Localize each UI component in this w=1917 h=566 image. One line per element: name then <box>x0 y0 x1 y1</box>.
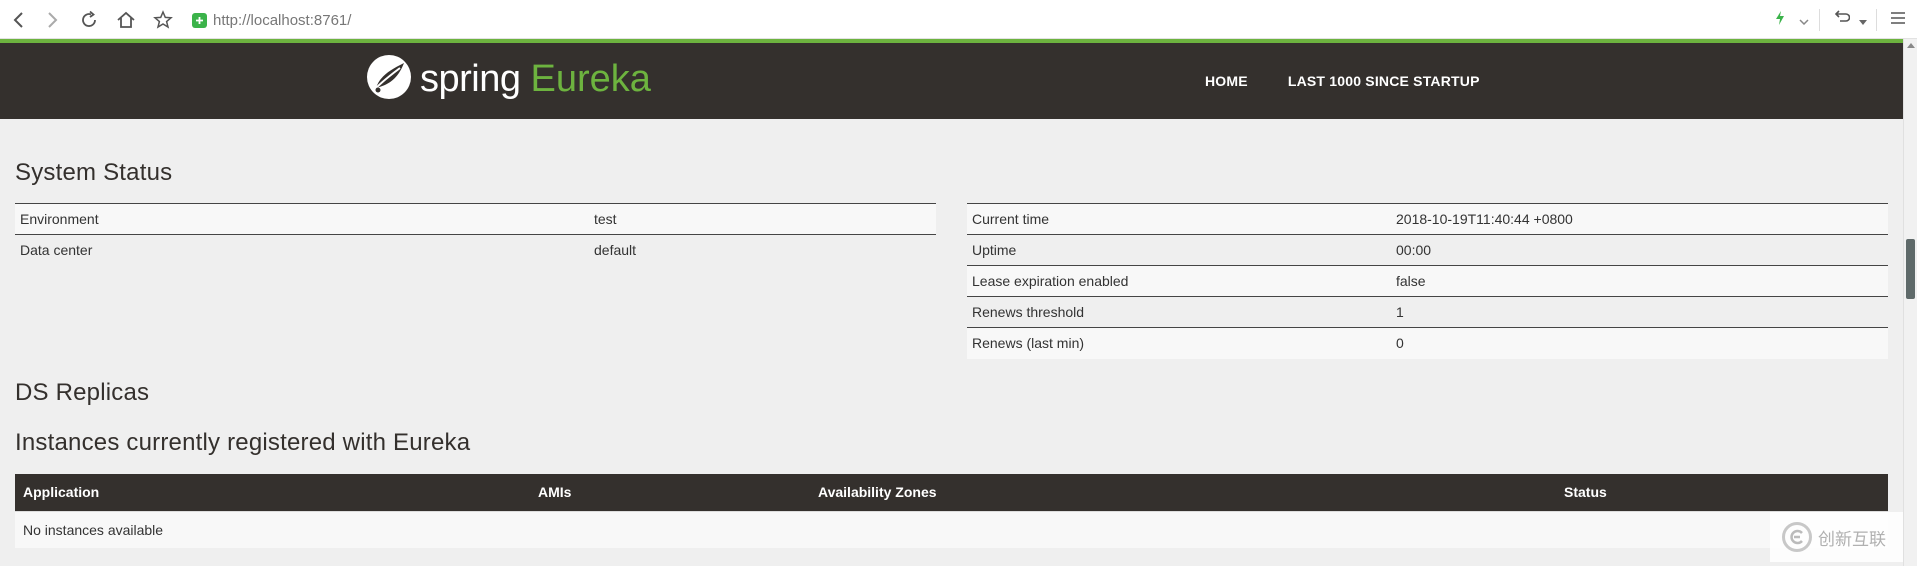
column-header-availability-zones: Availability Zones <box>810 474 1556 511</box>
table-row: Lease expiration enabled false <box>967 265 1888 297</box>
status-key: Data center <box>15 234 589 266</box>
system-status-table-left: Environment test Data center default <box>15 203 936 266</box>
eureka-header: spring Eureka HOME LAST 1000 SINCE START… <box>0 43 1903 119</box>
system-status-table-right: Current time 2018-10-19T11:40:44 +0800 U… <box>967 203 1888 359</box>
status-value: 1 <box>1391 296 1888 328</box>
watermark-logo-icon <box>1782 522 1812 552</box>
table-row: Environment test <box>15 203 936 235</box>
nav-last-1000-link[interactable]: LAST 1000 SINCE STARTUP <box>1288 73 1480 89</box>
secure-shield-icon <box>192 12 207 28</box>
bookmark-button[interactable] <box>149 6 177 34</box>
table-row: No instances available <box>15 510 1888 548</box>
instances-table: Application AMIs Availability Zones Stat… <box>15 474 1888 548</box>
toolbar-divider <box>1876 8 1877 31</box>
status-key: Lease expiration enabled <box>967 265 1391 297</box>
hamburger-menu-icon <box>1889 10 1907 30</box>
nav-home-link[interactable]: HOME <box>1205 73 1248 89</box>
table-row: Renews threshold 1 <box>967 296 1888 328</box>
toolbar-divider <box>1819 8 1820 31</box>
url-port: :8761/ <box>309 11 352 29</box>
undo-icon <box>1832 9 1851 30</box>
table-header-row: Application AMIs Availability Zones Stat… <box>15 474 1888 511</box>
column-header-amis: AMIs <box>530 474 810 511</box>
menu-button[interactable] <box>1883 5 1913 35</box>
watermark: 创新互联 <box>1770 512 1903 562</box>
table-row: Current time 2018-10-19T11:40:44 +0800 <box>967 203 1888 235</box>
url-host: http://localhost <box>213 11 310 29</box>
browser-toolbar: http://localhost:8761/ <box>0 0 1917 39</box>
status-value: 2018-10-19T11:40:44 +0800 <box>1391 203 1888 235</box>
ds-replicas-heading: DS Replicas <box>15 379 150 406</box>
scrollbar-thumb[interactable] <box>1906 239 1915 299</box>
empty-instances-message: No instances available <box>15 510 1888 548</box>
top-navigation: HOME LAST 1000 SINCE STARTUP <box>1205 43 1520 119</box>
status-key: Current time <box>967 203 1391 235</box>
speed-mode-button[interactable] <box>1765 5 1795 35</box>
instances-heading: Instances currently registered with Eure… <box>15 429 471 456</box>
url-text: http://localhost:8761/ <box>213 12 351 29</box>
chevron-down-icon <box>1799 10 1809 29</box>
undo-close-button[interactable] <box>1826 5 1856 35</box>
status-key: Uptime <box>967 234 1391 266</box>
reload-button[interactable] <box>75 6 103 34</box>
status-value: 00:00 <box>1391 234 1888 266</box>
toolbar-right <box>1765 0 1917 39</box>
status-value: default <box>589 234 936 266</box>
forward-button[interactable] <box>38 6 66 34</box>
system-status-heading: System Status <box>15 159 173 186</box>
speed-mode-dropdown[interactable] <box>1795 5 1813 35</box>
status-value: test <box>589 203 936 235</box>
home-icon <box>116 10 136 30</box>
table-row: Renews (last min) 0 <box>967 327 1888 359</box>
spring-leaf-icon <box>366 54 412 104</box>
spring-eureka-logo[interactable]: spring Eureka <box>366 53 651 105</box>
table-row: Uptime 00:00 <box>967 234 1888 266</box>
reload-icon <box>79 10 99 30</box>
status-key: Renews threshold <box>967 296 1391 328</box>
watermark-text: 创新互联 <box>1818 529 1886 550</box>
logo-spring-text: spring <box>420 57 521 100</box>
column-header-application: Application <box>15 474 530 511</box>
vertical-scrollbar[interactable] <box>1903 39 1917 566</box>
forward-arrow-icon <box>45 11 59 29</box>
status-key: Renews (last min) <box>967 327 1391 359</box>
lightning-icon <box>1774 10 1786 30</box>
back-button[interactable] <box>5 6 33 34</box>
status-value: 0 <box>1391 327 1888 359</box>
home-button[interactable] <box>112 6 140 34</box>
status-value: false <box>1391 265 1888 297</box>
undo-dropdown[interactable] <box>1856 5 1870 35</box>
star-icon <box>153 10 173 30</box>
back-arrow-icon <box>12 11 26 29</box>
status-key: Environment <box>15 203 589 235</box>
caret-down-icon <box>1859 10 1867 29</box>
logo-eureka-text: Eureka <box>530 57 651 100</box>
table-row: Data center default <box>15 234 936 266</box>
scroll-up-arrow-icon[interactable] <box>1907 43 1915 48</box>
column-header-status: Status <box>1556 474 1888 511</box>
address-bar[interactable]: http://localhost:8761/ <box>192 7 1692 33</box>
